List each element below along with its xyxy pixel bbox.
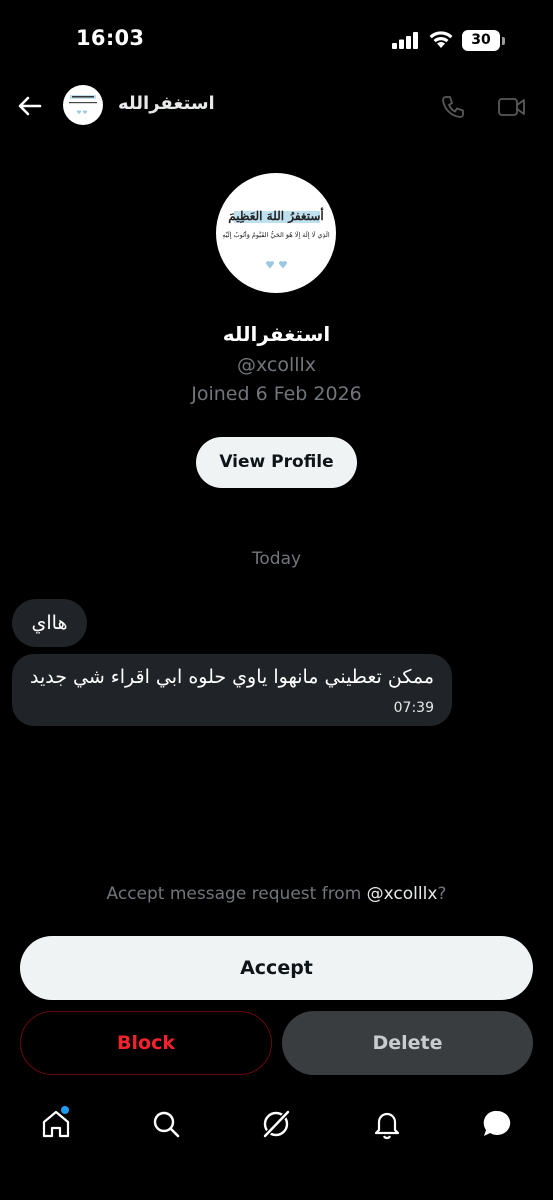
battery-tip — [502, 37, 505, 45]
search-icon[interactable] — [150, 1108, 182, 1140]
message-bubble[interactable]: ممكن تعطيني مانهوا ياوي حلوه ابي اقراء ش… — [12, 654, 452, 726]
request-handle[interactable]: @xcolllx — [367, 884, 438, 904]
messages-icon[interactable] — [481, 1108, 513, 1140]
video-call-icon[interactable] — [497, 94, 527, 120]
notifications-icon[interactable] — [371, 1108, 403, 1140]
status-bar: 16:03 30 — [0, 0, 553, 80]
header-avatar[interactable] — [63, 85, 103, 125]
grok-icon[interactable] — [260, 1108, 292, 1140]
message-request-prompt: Accept message request from @xcolllx? — [0, 884, 553, 904]
status-time: 16:03 — [76, 26, 145, 50]
day-separator: Today — [251, 549, 302, 569]
delete-button[interactable]: Delete — [282, 1011, 533, 1075]
request-suffix: ? — [437, 884, 447, 904]
avatar-art — [69, 95, 97, 114]
message-text: ممكن تعطيني مانهوا ياوي حلوه ابي اقراء ش… — [29, 666, 434, 688]
wifi-icon — [429, 31, 453, 48]
header-title[interactable]: استغفرالله — [118, 93, 215, 114]
battery-indicator: 30 — [462, 30, 500, 51]
block-button[interactable]: Block — [20, 1011, 272, 1075]
home-notification-dot — [61, 1106, 69, 1114]
bottom-navigation — [0, 1098, 553, 1158]
avatar-line-2: الَّذِي لَا إِلَهَ إِلَّا هُوَ الحَيُّ ا… — [222, 231, 330, 239]
message-text: هااي — [31, 612, 68, 634]
hearts-icon — [266, 260, 287, 269]
message-timestamp: 07:39 — [393, 700, 434, 716]
request-prefix: Accept message request from — [106, 884, 367, 904]
conversation-header: استغفرالله — [0, 80, 553, 132]
profile-avatar[interactable]: أستغفرُ اللهَ العَظِيمَ الَّذِي لَا إِلَ… — [216, 173, 336, 293]
phone-call-icon[interactable] — [440, 94, 466, 120]
view-profile-button[interactable]: View Profile — [196, 437, 357, 488]
profile-handle: @xcolllx — [236, 354, 317, 376]
back-arrow-icon[interactable] — [16, 92, 44, 120]
cellular-signal-icon — [392, 32, 418, 49]
message-bubble[interactable]: هااي — [12, 599, 87, 647]
accept-button[interactable]: Accept — [20, 936, 533, 1000]
profile-name: استغفرالله — [222, 322, 331, 346]
profile-joined-date: Joined 6 Feb 2026 — [191, 383, 362, 405]
avatar-line-1: أستغفرُ اللهَ العَظِيمَ — [228, 209, 324, 223]
